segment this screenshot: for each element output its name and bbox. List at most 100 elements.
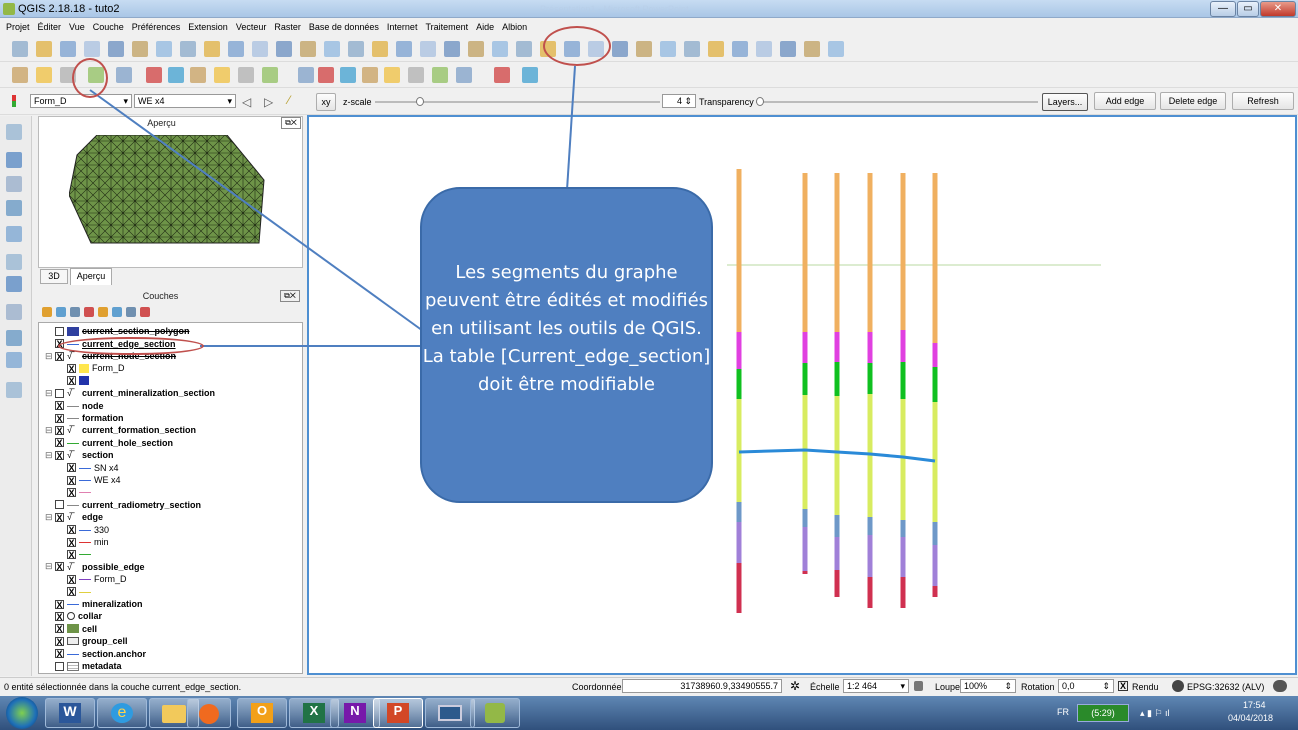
zoom-icon[interactable] bbox=[612, 41, 628, 57]
add-feature-icon[interactable] bbox=[262, 67, 278, 83]
menu-item[interactable]: Base de données bbox=[309, 22, 379, 32]
layer-tree-row[interactable]: Xmin bbox=[57, 536, 109, 549]
pencil-icon[interactable] bbox=[36, 67, 52, 83]
add-layer-icon[interactable] bbox=[6, 276, 22, 292]
layer-tool-icon[interactable] bbox=[126, 307, 136, 317]
layer-tool-icon[interactable] bbox=[56, 307, 66, 317]
save-icon[interactable] bbox=[60, 41, 76, 57]
layer-visibility-checkbox[interactable]: X bbox=[67, 376, 76, 386]
pan-icon[interactable] bbox=[756, 41, 772, 57]
identify-icon[interactable] bbox=[636, 41, 652, 57]
save-icon[interactable] bbox=[732, 41, 748, 57]
panel-close-icon[interactable]: ⧉✕ bbox=[280, 290, 300, 302]
layer-tree-row[interactable]: Xnode bbox=[45, 399, 104, 412]
loupe-field[interactable]: 100% ⇕ bbox=[960, 679, 1016, 693]
layer-tree-row[interactable]: X WE x4 bbox=[57, 474, 121, 487]
select-icon[interactable] bbox=[828, 41, 844, 57]
zoom-icon[interactable] bbox=[108, 41, 124, 57]
add-layer-icon[interactable] bbox=[6, 382, 22, 398]
layer-tree-row[interactable]: Xmineralization bbox=[45, 598, 143, 611]
layer-tree-row[interactable]: X Form_D bbox=[57, 573, 127, 586]
tab-3d[interactable]: 3D bbox=[40, 269, 68, 284]
layers-button[interactable]: Layers... bbox=[1042, 93, 1088, 111]
layer-tree-row[interactable]: X SN x4 bbox=[57, 461, 119, 474]
add-layer-icon[interactable] bbox=[6, 352, 22, 368]
delete-icon[interactable] bbox=[146, 67, 162, 83]
zscale-slider-handle[interactable] bbox=[416, 97, 424, 106]
edit-icon[interactable] bbox=[12, 67, 28, 83]
tool-icon[interactable] bbox=[180, 41, 196, 57]
zoom-icon[interactable] bbox=[276, 41, 292, 57]
outlook-app-button[interactable]: O bbox=[237, 698, 287, 728]
clock-date[interactable]: 04/04/2018 bbox=[1228, 713, 1273, 723]
media-app-button[interactable] bbox=[187, 698, 231, 728]
layer-tree-row[interactable]: ⊟ X √̅ possible_edge bbox=[45, 561, 145, 574]
layer-tree-row[interactable]: Xcell bbox=[45, 623, 97, 636]
identify-icon[interactable] bbox=[804, 41, 820, 57]
menu-item[interactable]: Traitement bbox=[425, 22, 468, 32]
clock-time[interactable]: 17:54 bbox=[1243, 700, 1266, 710]
layer-tree-row[interactable]: X Form_D bbox=[57, 362, 125, 375]
edit-icon[interactable] bbox=[190, 67, 206, 83]
coordinate-field[interactable]: 31738960.9,33490555.7 bbox=[622, 679, 782, 693]
tool-icon[interactable] bbox=[12, 41, 28, 57]
layer-visibility-checkbox[interactable] bbox=[55, 326, 64, 336]
open-icon[interactable] bbox=[708, 41, 724, 57]
minimize-button[interactable]: — bbox=[1210, 1, 1236, 17]
expand-toggle-icon[interactable]: ⊟ bbox=[45, 351, 55, 362]
layer-tree-row[interactable]: X 330 bbox=[57, 523, 109, 536]
layer-visibility-checkbox[interactable]: X bbox=[67, 525, 76, 535]
layer-visibility-checkbox[interactable] bbox=[55, 661, 64, 671]
start-button[interactable] bbox=[6, 697, 38, 729]
transparency-slider[interactable] bbox=[756, 97, 1038, 106]
tool-icon[interactable] bbox=[348, 41, 364, 57]
layer-visibility-checkbox[interactable]: X bbox=[67, 587, 76, 597]
refresh-button[interactable]: Refresh bbox=[1232, 92, 1294, 110]
layer-visibility-checkbox[interactable]: X bbox=[55, 351, 64, 361]
layer-tree-row[interactable]: Xgroup_cell bbox=[45, 635, 128, 648]
layer-tree-row[interactable]: ⊟ X √̅ section bbox=[45, 449, 114, 462]
layer-tool-icon[interactable] bbox=[112, 307, 122, 317]
node-tool-icon[interactable] bbox=[298, 67, 314, 83]
menu-item[interactable]: Préférences bbox=[132, 22, 181, 32]
expand-toggle-icon[interactable]: ⊟ bbox=[45, 561, 55, 572]
panel-close-icon[interactable]: ⧉✕ bbox=[281, 117, 301, 129]
save-edits-icon[interactable] bbox=[408, 67, 424, 83]
label-icon[interactable] bbox=[340, 67, 356, 83]
add-feature-icon[interactable] bbox=[432, 67, 448, 83]
layer-visibility-checkbox[interactable]: X bbox=[67, 487, 76, 497]
open-icon[interactable] bbox=[372, 41, 388, 57]
language-indicator[interactable]: FR bbox=[1057, 707, 1069, 717]
layer-visibility-checkbox[interactable]: X bbox=[67, 463, 76, 473]
layer-select[interactable]: Form_D ▾ bbox=[30, 94, 132, 108]
layer-tool-icon[interactable] bbox=[98, 307, 108, 317]
layer-tree-row[interactable]: Xformation bbox=[45, 412, 124, 425]
layer-tool-icon[interactable] bbox=[70, 307, 80, 317]
node-tool-icon[interactable] bbox=[456, 67, 472, 83]
layer-tool-icon[interactable] bbox=[84, 307, 94, 317]
select-icon[interactable] bbox=[660, 41, 676, 57]
expand-toggle-icon[interactable]: ⊟ bbox=[45, 450, 55, 461]
add-layer-icon[interactable] bbox=[6, 152, 22, 168]
layer-tree-row[interactable]: X bbox=[57, 375, 92, 388]
qgis-app-button[interactable] bbox=[470, 698, 520, 728]
layer-tree-row[interactable]: X bbox=[57, 585, 94, 598]
add-layer-icon[interactable] bbox=[6, 200, 22, 216]
layer-visibility-checkbox[interactable]: X bbox=[55, 413, 64, 423]
layer-tool-icon[interactable] bbox=[42, 307, 52, 317]
crs-label[interactable]: EPSG:32632 (ALV) bbox=[1187, 682, 1264, 692]
zscale-slider[interactable] bbox=[375, 97, 660, 106]
lock-icon[interactable] bbox=[914, 681, 923, 691]
layer-tree-row[interactable]: Xcurrent_hole_section bbox=[45, 437, 173, 450]
identify-icon[interactable] bbox=[468, 41, 484, 57]
layer-tree-row[interactable]: ⊟ √̅ current_mineralization_section bbox=[45, 387, 215, 400]
render-checkbox[interactable]: X bbox=[1118, 681, 1128, 691]
layer-visibility-checkbox[interactable]: X bbox=[55, 401, 64, 411]
pencil-icon[interactable] bbox=[384, 67, 400, 83]
add-layer-icon[interactable] bbox=[6, 226, 22, 242]
pan-icon[interactable] bbox=[420, 41, 436, 57]
layer-tool-icon[interactable] bbox=[140, 307, 150, 317]
add-layer-icon[interactable] bbox=[6, 330, 22, 346]
layer-tree-row[interactable]: ⊟ X √̅ current_formation_section bbox=[45, 424, 196, 437]
menu-item[interactable]: Vue bbox=[69, 22, 85, 32]
